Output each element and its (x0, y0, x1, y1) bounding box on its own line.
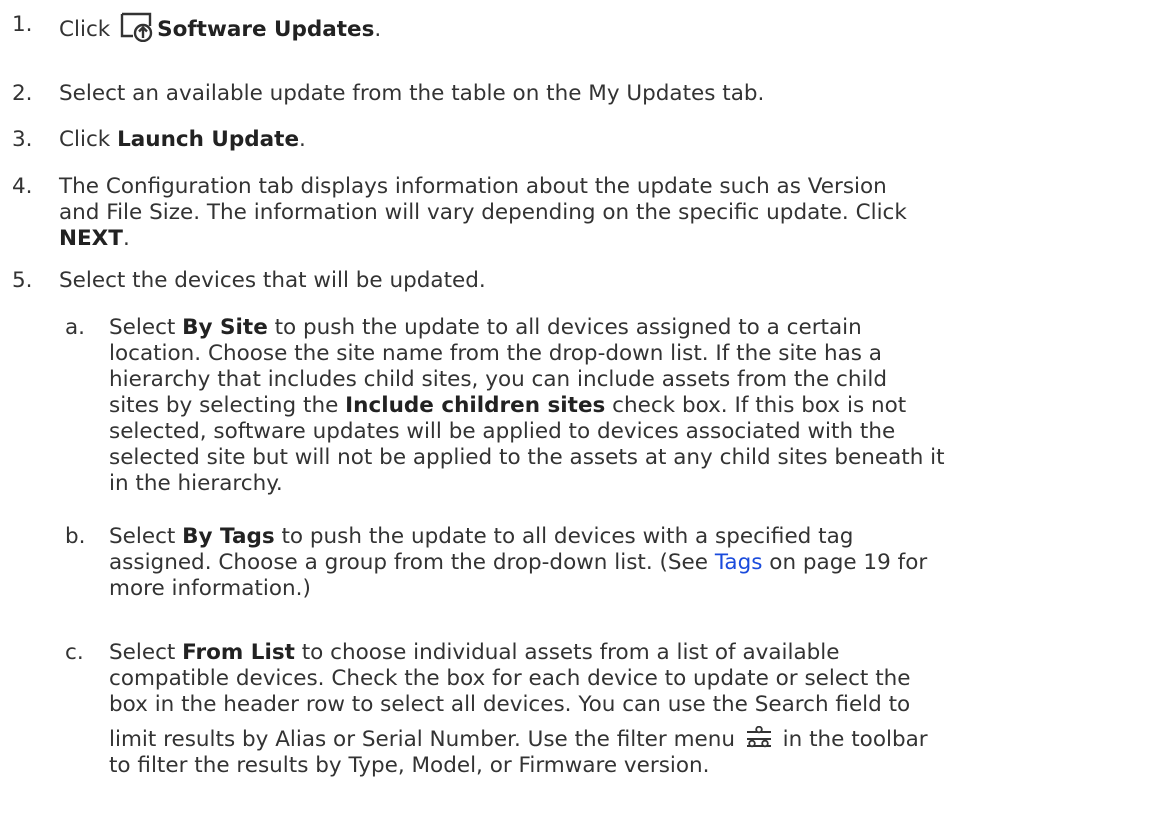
text-fragment: Select (109, 524, 183, 549)
step-number: 3. (12, 127, 33, 152)
text-line: The Configuration tab displays informati… (59, 174, 887, 199)
text-fragment: on page 19 for (762, 550, 928, 575)
text-fragment: check box. If this box is not (605, 393, 907, 418)
text-line: limit results by Alias or Serial Number.… (109, 725, 1149, 753)
by-tags-label: By Tags (182, 524, 275, 549)
text-line: more information.) (109, 576, 311, 601)
text-line: Select By Site to push the update to all… (109, 315, 1149, 341)
text-fragment: limit results by Alias or Serial Number.… (109, 727, 742, 752)
step-text-suffix: . (122, 226, 130, 251)
step-text: Click Launch Update. (59, 127, 1149, 153)
step-text: Select the devices that will be updated. (59, 268, 486, 293)
document-body: 1. Click Software Updates. 2. Select an … (0, 0, 1155, 832)
text-line: Select By Tags to push the update to all… (109, 524, 1149, 550)
from-list-label: From List (182, 640, 295, 665)
text-fragment: Select (109, 640, 183, 665)
tags-link[interactable]: Tags (715, 550, 763, 575)
text-line: selected, software updates will be appli… (109, 419, 896, 444)
text-fragment: sites by selecting the (109, 393, 346, 418)
substep-text: Select By Site to push the update to all… (109, 315, 1149, 497)
include-children-sites-label: Include children sites (345, 393, 606, 418)
launch-update-label: Launch Update (117, 127, 300, 152)
text-fragment: to choose individual assets from a list … (294, 640, 840, 665)
software-updates-label: Software Updates (157, 17, 375, 42)
step-number: 2. (12, 81, 33, 106)
step-text-prefix: Click (59, 17, 118, 42)
substep-letter: c. (65, 640, 84, 665)
step-text: Click Software Updates. (59, 12, 1149, 43)
substep-letter: a. (65, 315, 86, 340)
step-text-suffix: . (374, 17, 382, 42)
text-line: compatible devices. Check the box for ea… (109, 666, 911, 691)
text-line: location. Choose the site name from the … (109, 341, 882, 366)
next-label: NEXT (59, 226, 123, 251)
step-text-suffix: . (299, 127, 306, 152)
text-line: box in the header row to select all devi… (109, 692, 911, 717)
step-text: The Configuration tab displays informati… (59, 174, 1149, 252)
text-line: NEXT. (59, 226, 1149, 252)
by-site-label: By Site (182, 315, 268, 340)
step-number: 5. (12, 268, 33, 293)
text-line: Select From List to choose individual as… (109, 640, 1149, 666)
step-text-prefix: Click (59, 127, 118, 152)
text-line: in the hierarchy. (109, 471, 283, 496)
text-fragment: to push the update to all devices assign… (267, 315, 862, 340)
substep-text: Select From List to choose individual as… (109, 640, 1149, 779)
text-line: and File Size. The information will vary… (59, 200, 907, 225)
text-line: selected site but will not be applied to… (109, 445, 945, 470)
text-line: assigned. Choose a group from the drop-d… (109, 550, 1149, 576)
step-text: Select an available update from the tabl… (59, 81, 765, 106)
text-line: sites by selecting the Include children … (109, 393, 1149, 419)
text-fragment: Select (109, 315, 183, 340)
substep-letter: b. (65, 524, 86, 549)
substep-text: Select By Tags to push the update to all… (109, 524, 1149, 602)
text-fragment: in the toolbar (775, 727, 928, 752)
text-fragment: assigned. Choose a group from the drop-d… (109, 550, 715, 575)
text-fragment: to push the update to all devices with a… (274, 524, 854, 549)
filter-icon (745, 725, 773, 750)
step-number: 1. (12, 12, 33, 37)
step-number: 4. (12, 174, 33, 199)
text-line: hierarchy that includes child sites, you… (109, 367, 888, 392)
text-line: to filter the results by Type, Model, or… (109, 753, 710, 778)
software-update-icon (119, 12, 155, 43)
